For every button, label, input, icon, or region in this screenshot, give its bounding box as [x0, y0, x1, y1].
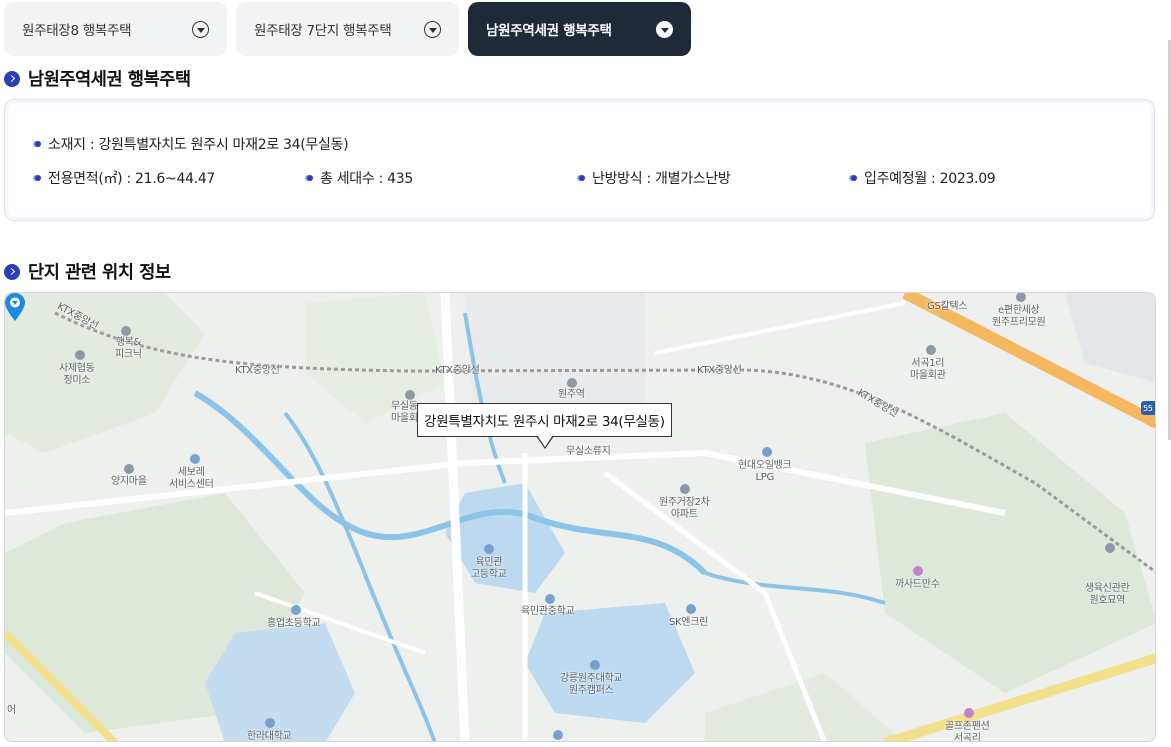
map-label-yukmin-mid: 육민관중학교: [521, 606, 575, 617]
area-text: 전용면적(㎡) : 21.6~44.47: [48, 171, 216, 187]
info-row-details: 전용면적(㎡) : 21.6~44.47 총 세대수 : 435 난방방식 : …: [35, 168, 1123, 188]
location-map[interactable]: KTX중앙선 KTX중앙선 KTX중앙선 KTX중앙선 KTX중앙선 행복& 피…: [4, 292, 1156, 742]
location-popup: 강원특별자치도 원주시 마재2로 34(무실동): [417, 403, 672, 449]
map-label-sk: SK엔크린: [669, 617, 709, 628]
map-label-hyundai-oil: 현대오일뱅크 LPG: [738, 460, 792, 483]
address-text: 소재지 : 강원특별자치도 원주시 마재2로 34(무실동): [48, 137, 349, 153]
chevron-right-icon: [4, 70, 20, 87]
map-label-yangji: 양지마을: [111, 476, 147, 487]
bullet-icon: [307, 175, 313, 181]
complex-title: 남원주역세권 행복주택: [4, 66, 191, 91]
route-55-shield: 55: [1143, 404, 1153, 413]
location-pin-icon[interactable]: [5, 293, 25, 321]
map-label-eo: 어: [7, 705, 16, 716]
chevron-right-icon: [4, 263, 20, 280]
bullet-icon: [35, 141, 41, 147]
map-label-ktx: KTX중앙선: [435, 365, 480, 376]
location-title: 단지 관련 위치 정보: [4, 259, 171, 284]
complex-tabs: 원주태장8 행복주택 원주태장 7단지 행복주택 남원주역세권 행복주택: [4, 2, 691, 56]
bullet-icon: [851, 175, 857, 181]
tab-label: 원주태장8 행복주택: [22, 23, 132, 39]
move-in-text: 입주예정월 : 2023.09: [864, 171, 996, 187]
households-text: 총 세대수 : 435: [320, 171, 414, 187]
map-label-sajae: 사제협동 정미소: [59, 363, 95, 386]
tab-label: 원주태장 7단지 행복주택: [254, 23, 392, 39]
map-label-gs: GS칼텍스: [927, 301, 968, 312]
map-label-heungeop: 흥업초등학교: [267, 618, 321, 629]
complex-info-card: 소재지 : 강원특별자치도 원주시 마재2로 34(무실동) 전용면적(㎡) :…: [4, 99, 1155, 221]
complex-title-text: 남원주역세권 행복주택: [28, 70, 191, 90]
map-label-kkasade: 까사드만수: [895, 579, 940, 590]
map-label-ktx: KTX중앙선: [235, 365, 280, 376]
location-title-text: 단지 관련 위치 정보: [28, 263, 171, 283]
chevron-down-icon: [656, 20, 673, 38]
info-row-address: 소재지 : 강원특별자치도 원주시 마재2로 34(무실동): [35, 134, 349, 154]
map-label-geojang: 원주거장2차 아파트: [659, 497, 710, 520]
info-move-in: 입주예정월 : 2023.09: [851, 168, 1123, 188]
map-label-seogok: 서곡1리 마을회관: [910, 358, 946, 381]
map-label-yukmin-high: 육민관 고등학교: [471, 557, 507, 580]
map-label-ktx: KTX중앙선: [697, 365, 742, 376]
tab-taejang7[interactable]: 원주태장 7단지 행복주택: [236, 2, 459, 56]
map-label-wonju-station: 원주역: [558, 389, 585, 400]
info-households: 총 세대수 : 435: [307, 168, 579, 188]
popup-address: 강원특별자치도 원주시 마재2로 34(무실동): [424, 414, 665, 430]
tab-label: 남원주역세권 행복주택: [486, 23, 612, 39]
map-label-saengyuk: 생육신관란 원호묘역: [1085, 583, 1130, 606]
info-address: 소재지 : 강원특별자치도 원주시 마재2로 34(무실동): [35, 134, 349, 154]
info-area: 전용면적(㎡) : 21.6~44.47: [35, 168, 307, 188]
heating-text: 난방방식 : 개별가스난방: [592, 171, 731, 187]
chevron-down-icon: [192, 20, 209, 38]
map-label-halla: 한라대학교: [247, 731, 292, 742]
map-label-haengbok: 행복& 피크닉: [115, 337, 142, 360]
chevron-down-icon: [424, 20, 441, 38]
bullet-icon: [579, 175, 585, 181]
map-label-musil-maeul: 무실동 마을회: [391, 401, 418, 424]
tab-taejang8[interactable]: 원주태장8 행복주택: [4, 2, 227, 56]
map-label-golf: 골프존펜션 서곡리: [945, 721, 990, 742]
bullet-icon: [35, 175, 41, 181]
info-heating: 난방방식 : 개별가스난방: [579, 168, 851, 188]
map-label-epyeon: e편한세상 원주프리모원: [992, 305, 1046, 328]
map-label-gangneung-univ: 강릉원주대학교 원주캠퍼스: [560, 673, 623, 696]
map-label-sebore: 세보레 서비스센터: [169, 467, 214, 490]
tab-namwonju[interactable]: 남원주역세권 행복주택: [468, 2, 691, 56]
map-label-musil-fire: 무실소류지: [566, 446, 611, 457]
